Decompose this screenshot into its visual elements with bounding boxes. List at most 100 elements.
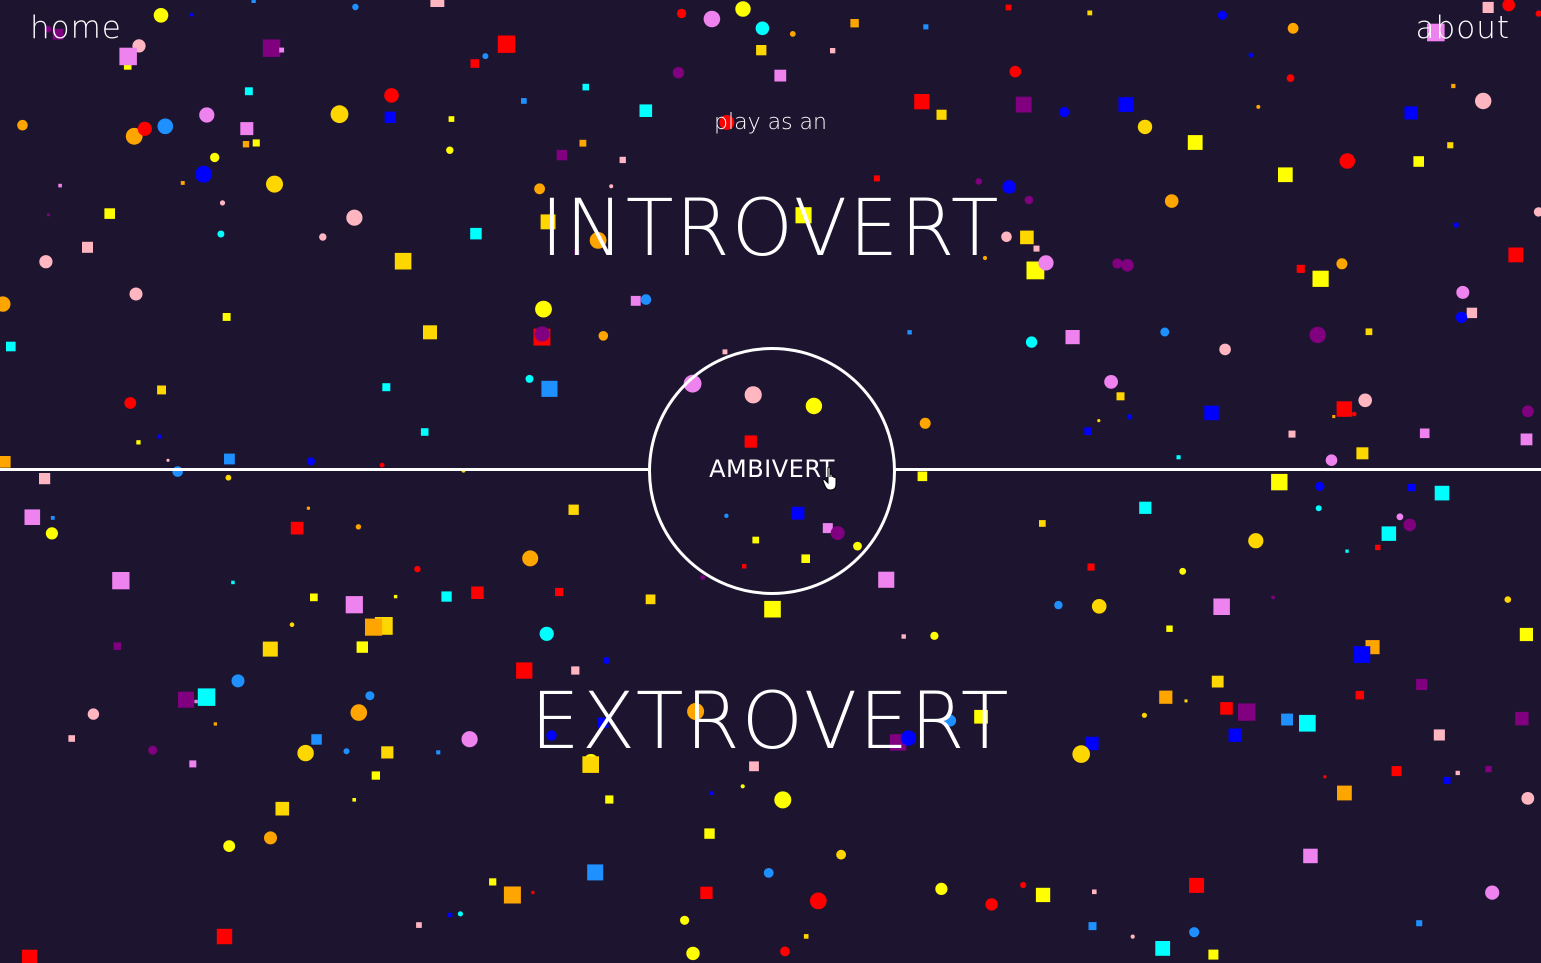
confetti-piece — [225, 474, 232, 481]
confetti-piece — [457, 911, 463, 917]
confetti-piece — [355, 524, 362, 530]
nav-home-link[interactable]: home — [30, 10, 122, 46]
confetti-piece — [579, 139, 587, 147]
nav-about-link[interactable]: about — [1416, 10, 1510, 46]
confetti-piece — [289, 622, 295, 627]
confetti-piece — [1091, 599, 1107, 614]
confetti-piece — [722, 349, 728, 355]
confetti-piece — [1248, 52, 1254, 58]
confetti-piece — [676, 8, 687, 19]
confetti-piece — [672, 67, 685, 79]
confetti-piece — [531, 890, 535, 895]
confetti-piece — [112, 572, 130, 590]
confetti-piece — [0, 296, 11, 312]
confetti-piece — [1219, 343, 1231, 356]
confetti-piece — [1519, 627, 1533, 642]
confetti-piece — [306, 457, 315, 466]
confetti-piece — [166, 458, 170, 462]
confetti-piece — [1485, 885, 1500, 900]
confetti-piece — [216, 928, 233, 945]
confetti-piece — [1176, 455, 1181, 460]
confetti-piece — [907, 330, 912, 335]
confetti-piece — [1213, 598, 1230, 615]
confetti-piece — [1381, 526, 1397, 541]
confetti-piece — [756, 45, 767, 56]
confetti-piece — [414, 565, 421, 573]
confetti-piece — [262, 641, 278, 657]
confetti-piece — [830, 48, 836, 54]
confetti-piece — [1309, 326, 1326, 344]
confetti-piece — [195, 165, 213, 183]
confetti-piece — [382, 383, 391, 392]
confetti-piece — [555, 587, 564, 597]
confetti-piece — [310, 593, 318, 602]
confetti-piece — [764, 600, 781, 618]
confetti-piece — [1271, 473, 1288, 491]
confetti-piece — [1396, 513, 1404, 521]
confetti-piece — [763, 868, 774, 878]
confetti-piece — [222, 313, 231, 321]
confetti-piece — [446, 146, 454, 154]
confetti-piece — [190, 13, 194, 17]
confetti-piece — [251, 0, 256, 4]
confetti-piece — [275, 801, 290, 816]
confetti-piece — [379, 462, 385, 468]
confetti-piece — [680, 915, 690, 925]
confetti-piece — [640, 294, 652, 305]
confetti-piece — [539, 626, 554, 641]
confetti-piece — [703, 10, 721, 28]
confetti-piece — [129, 287, 143, 301]
confetti-piece — [780, 946, 790, 957]
confetti-piece — [1286, 74, 1295, 82]
confetti-piece — [1256, 104, 1261, 109]
confetti-piece — [1456, 285, 1470, 299]
confetti-piece — [1447, 142, 1454, 149]
confetti-piece — [252, 139, 260, 147]
confetti-piece — [919, 417, 931, 429]
confetti-piece — [985, 898, 998, 911]
confetti-piece — [930, 631, 939, 640]
confetti-piece — [423, 325, 437, 340]
confetti-piece — [700, 886, 713, 899]
extrovert-option[interactable]: EXTROVERT — [0, 683, 1541, 761]
confetti-piece — [914, 94, 930, 110]
confetti-piece — [352, 3, 359, 11]
confetti-piece — [180, 181, 185, 185]
confetti-piece — [735, 1, 751, 17]
confetti-piece — [1312, 270, 1329, 287]
introvert-option[interactable]: INTROVERT — [0, 190, 1541, 268]
confetti-piece — [1097, 419, 1101, 423]
confetti-piece — [568, 504, 579, 515]
confetti-piece — [384, 88, 399, 103]
confetti-piece — [1416, 920, 1423, 927]
confetti-piece — [1187, 135, 1203, 150]
divider-line-right — [894, 468, 1541, 471]
confetti-piece — [878, 571, 895, 588]
confetti-piece — [210, 152, 220, 163]
confetti-piece — [1005, 4, 1012, 11]
confetti-piece — [224, 453, 235, 465]
confetti-piece — [923, 24, 929, 30]
confetti-piece — [0, 456, 11, 468]
confetti-piece — [1087, 563, 1095, 571]
confetti-piece — [1189, 927, 1200, 938]
confetti-piece — [1455, 770, 1460, 776]
confetti-piece — [1337, 785, 1352, 801]
confetti-piece — [541, 380, 558, 397]
confetti-piece — [223, 840, 236, 852]
confetti-piece — [1522, 405, 1534, 418]
confetti-piece — [1020, 881, 1027, 889]
confetti-piece — [1065, 330, 1080, 345]
ambivert-button[interactable]: AMBIVERT — [648, 347, 896, 595]
confetti-piece — [836, 849, 846, 860]
confetti-piece — [525, 374, 534, 383]
confetti-piece — [124, 397, 137, 409]
confetti-piece — [1391, 766, 1402, 777]
confetti-piece — [521, 98, 527, 104]
confetti-piece — [598, 331, 609, 341]
confetti-piece — [1325, 454, 1338, 467]
confetti-piece — [21, 949, 38, 963]
confetti-piece — [1451, 83, 1456, 89]
confetti-piece — [1139, 501, 1152, 514]
confetti-piece — [1039, 520, 1046, 527]
